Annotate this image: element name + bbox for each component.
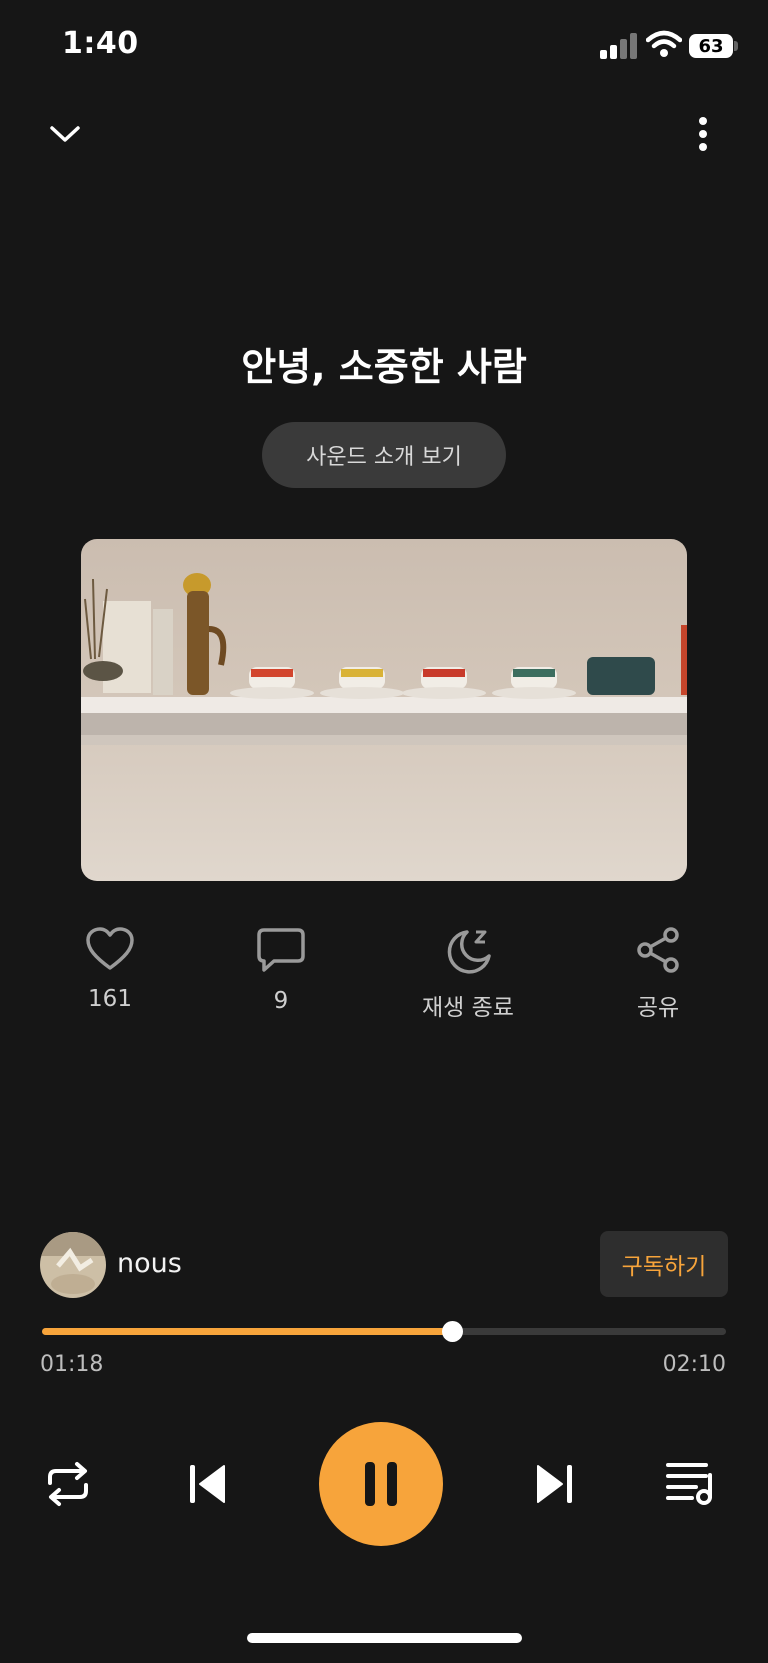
- sleep-timer-action[interactable]: 재생 종료: [398, 926, 538, 1022]
- previous-button[interactable]: [180, 1456, 236, 1512]
- battery-indicator: 63: [689, 34, 733, 58]
- cover-artwork: [81, 539, 687, 881]
- comment-action[interactable]: 9: [211, 926, 351, 1014]
- home-indicator: [247, 1633, 522, 1643]
- collapse-button[interactable]: [37, 106, 93, 162]
- progress-bar[interactable]: [42, 1321, 726, 1342]
- comment-icon: [257, 928, 305, 972]
- more-vertical-icon: [699, 117, 707, 151]
- more-options-button[interactable]: [675, 106, 731, 162]
- playlist-button[interactable]: [664, 1456, 720, 1512]
- wifi-icon: [646, 30, 682, 57]
- like-action[interactable]: 161: [40, 926, 180, 1012]
- heart-icon: [86, 927, 134, 970]
- progress-fill: [42, 1328, 452, 1335]
- chevron-down-icon: [50, 126, 80, 142]
- play-pause-button[interactable]: [319, 1422, 443, 1546]
- share-icon: [637, 927, 679, 973]
- progress-handle[interactable]: [442, 1321, 463, 1342]
- next-button[interactable]: [526, 1456, 582, 1512]
- share-label: 공유: [636, 995, 680, 1021]
- repeat-button[interactable]: [40, 1456, 96, 1512]
- playlist-icon: [666, 1463, 712, 1505]
- skip-forward-icon: [537, 1465, 572, 1503]
- track-title: 안녕, 소중한 사람: [241, 345, 527, 389]
- author-name[interactable]: nous: [117, 1248, 182, 1279]
- signal-icon: [600, 33, 637, 59]
- pause-icon: [365, 1462, 397, 1506]
- total-time: 02:10: [662, 1352, 726, 1377]
- sleep-timer-label: 재생 종료: [422, 995, 514, 1021]
- battery-cap: [734, 41, 738, 51]
- share-action[interactable]: 공유: [588, 926, 728, 1022]
- subscribe-button[interactable]: 구독하기: [600, 1231, 728, 1297]
- like-count: 161: [88, 986, 132, 1012]
- current-time: 01:18: [40, 1352, 104, 1377]
- skip-back-icon: [190, 1465, 225, 1503]
- avatar[interactable]: [40, 1232, 106, 1298]
- sound-intro-button[interactable]: 사운드 소개 보기: [262, 422, 506, 488]
- repeat-icon: [48, 1462, 88, 1506]
- comment-count: 9: [273, 988, 289, 1014]
- sleep-timer-icon: [447, 930, 491, 974]
- status-time: 1:40: [62, 26, 139, 61]
